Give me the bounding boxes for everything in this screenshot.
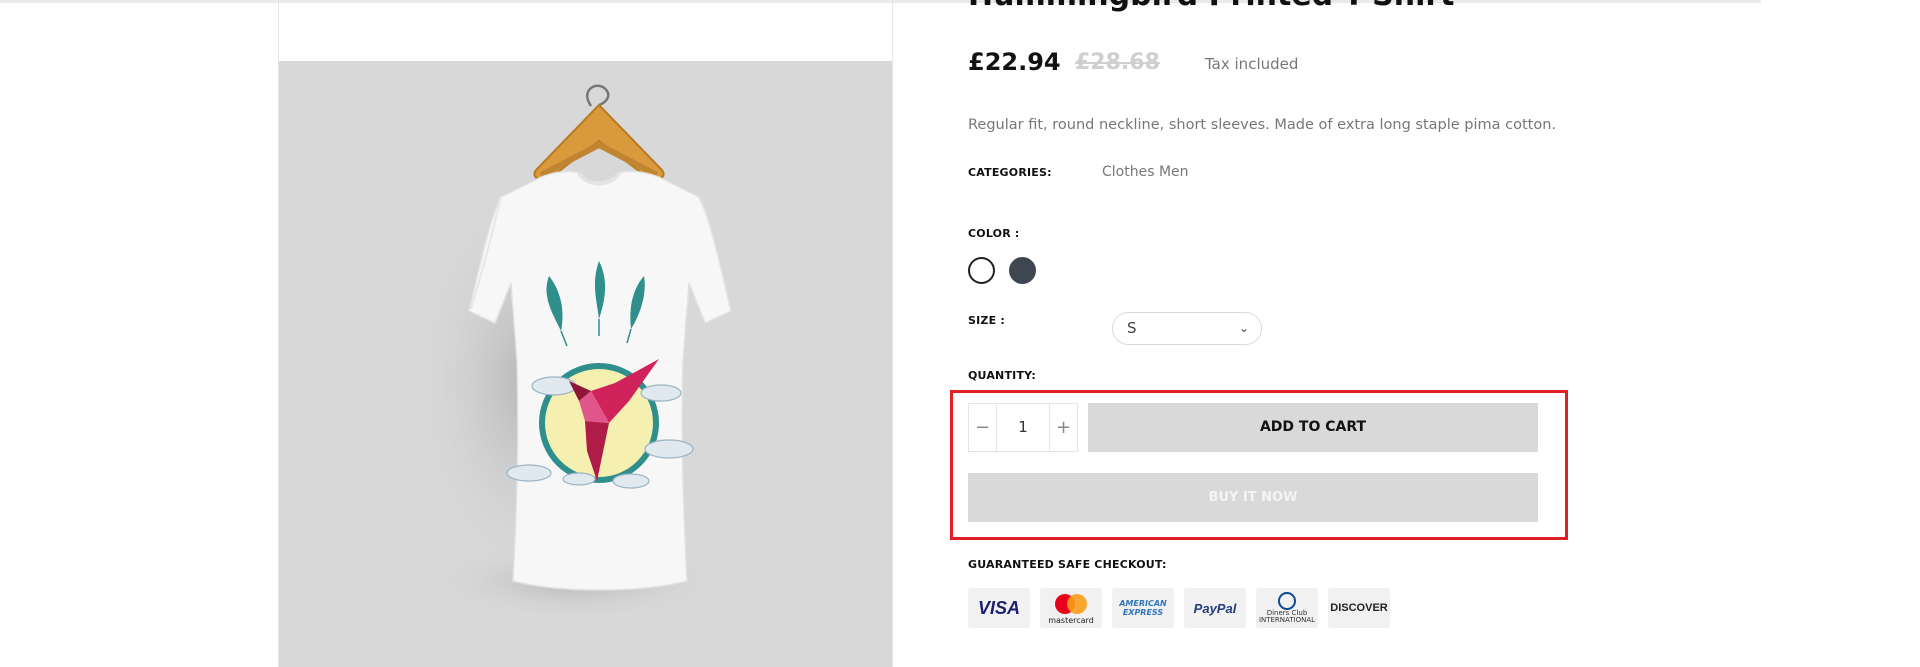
size-label: SIZE :	[968, 314, 1005, 327]
color-swatch-white[interactable]	[968, 257, 995, 284]
quantity-decrease-button[interactable]: −	[969, 404, 997, 451]
discover-icon: DISCOVER	[1328, 588, 1390, 628]
safe-checkout-label: GUARANTEED SAFE CHECKOUT:	[968, 558, 1167, 571]
mastercard-icon: mastercard	[1040, 588, 1102, 628]
amex-icon: AMERICAN EXPRESS	[1112, 588, 1174, 628]
tshirt-illustration	[409, 84, 732, 621]
product-title: Hummingbird Printed T-Shirt	[968, 0, 1455, 13]
add-to-cart-button[interactable]: ADD TO CART	[1088, 403, 1538, 452]
product-image[interactable]	[279, 61, 892, 667]
chevron-down-icon: ⌄	[1238, 321, 1249, 335]
quantity-stepper: − 1 +	[968, 403, 1078, 452]
category-link[interactable]: Clothes Men	[1102, 164, 1189, 180]
product-description: Regular fit, round neckline, short sleev…	[968, 117, 1557, 133]
tax-note: Tax included	[1205, 55, 1299, 73]
product-price: £22.94	[968, 48, 1061, 76]
color-label: COLOR :	[968, 227, 1020, 240]
quantity-increase-button[interactable]: +	[1049, 404, 1077, 451]
size-selected-value: S	[1127, 319, 1137, 337]
categories-label: CATEGORIES:	[968, 166, 1052, 179]
visa-icon: VISA	[968, 588, 1030, 628]
product-old-price: £28.68	[1075, 50, 1160, 75]
size-select[interactable]: S ⌄	[1112, 312, 1262, 345]
quantity-label: QUANTITY:	[968, 369, 1036, 382]
quantity-input[interactable]: 1	[997, 404, 1049, 451]
buy-it-now-button[interactable]: BUY IT NOW	[968, 473, 1538, 522]
color-swatch-dark-grey[interactable]	[1009, 257, 1036, 284]
paypal-icon: PayPal	[1184, 588, 1246, 628]
diners-club-icon: Diners Club INTERNATIONAL	[1256, 588, 1318, 628]
